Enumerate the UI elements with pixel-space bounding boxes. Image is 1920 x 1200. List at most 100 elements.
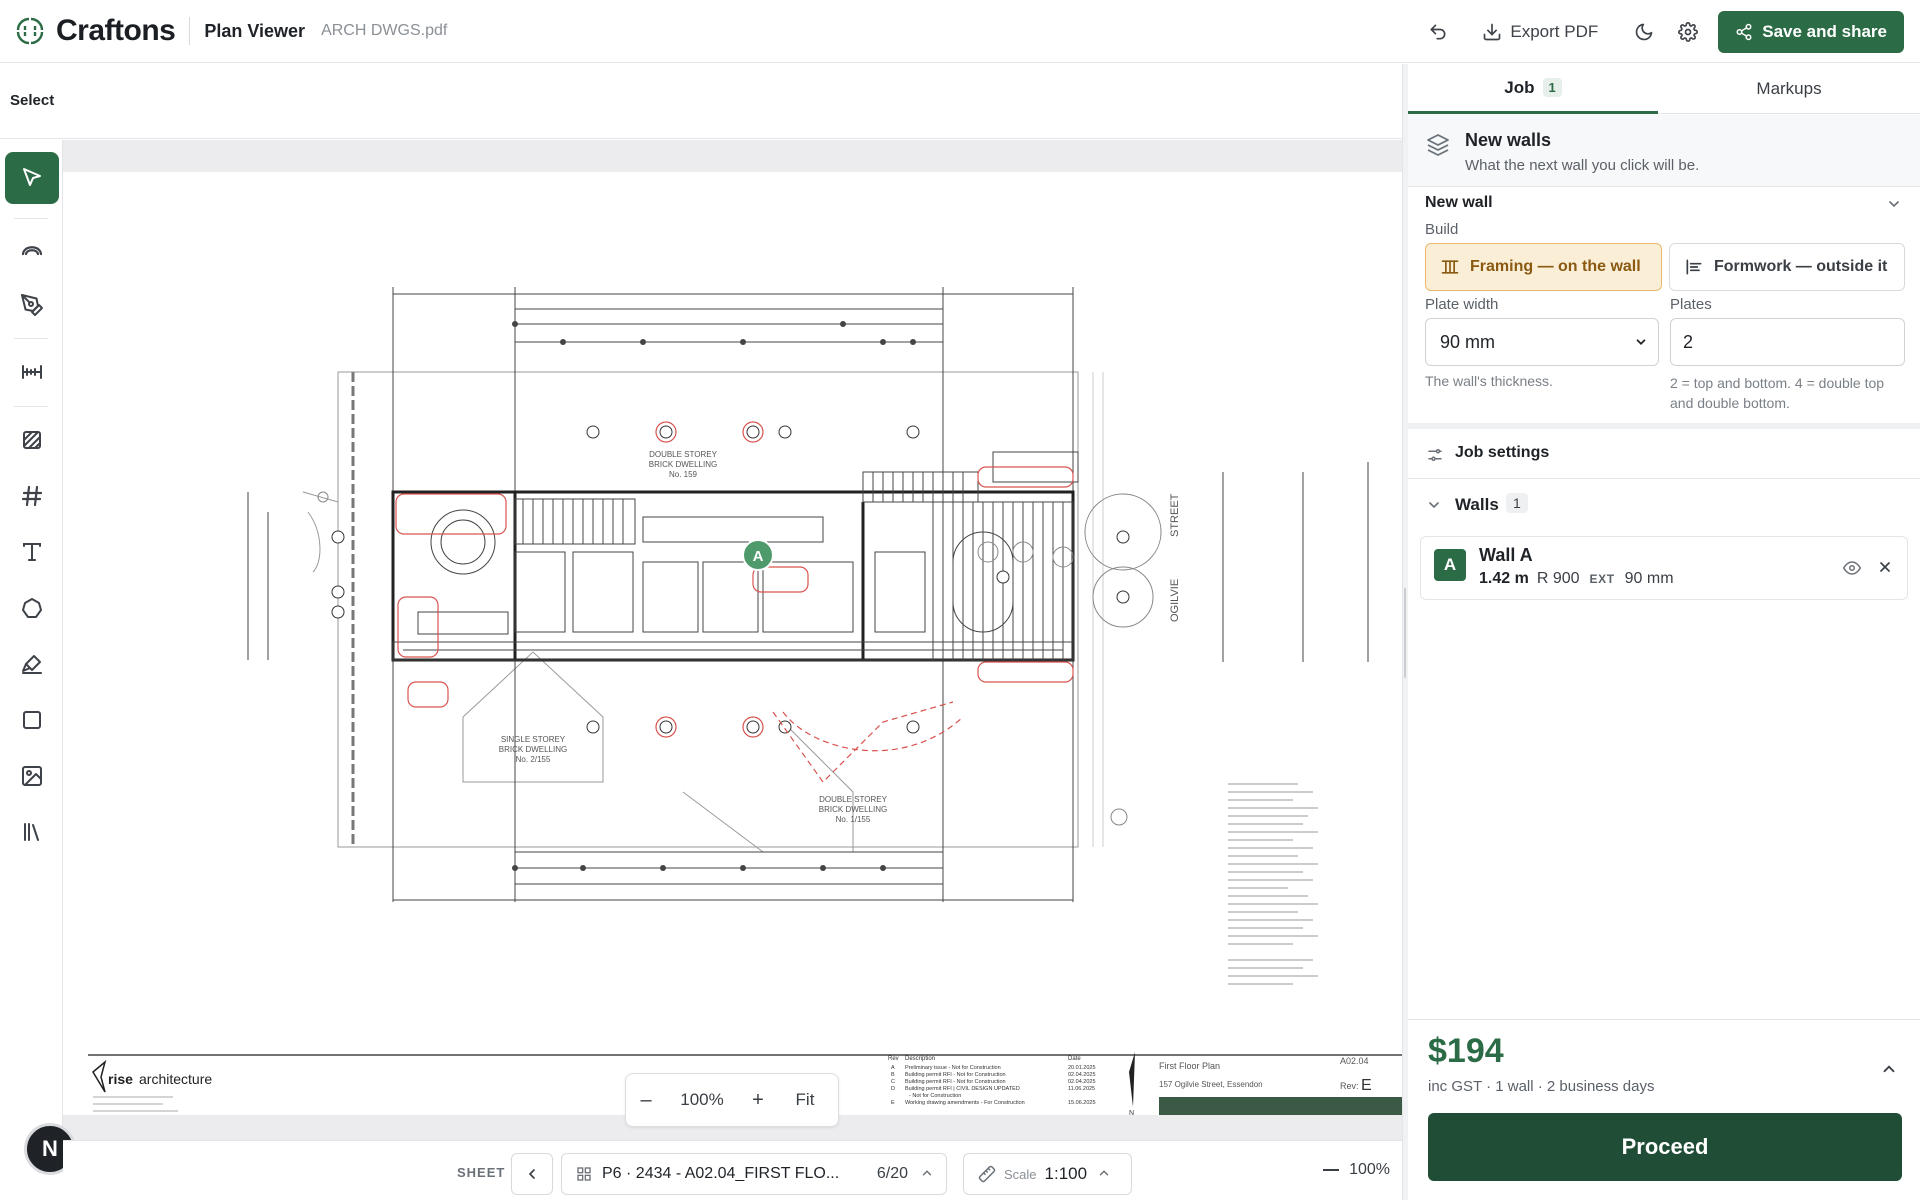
framing-icon [1441,260,1459,274]
sliders-icon [1428,449,1442,461]
titleblock-date-header: Date [1068,1056,1081,1062]
brand-name: Craftons [56,14,176,47]
chevron-up-icon[interactable] [1880,1060,1898,1078]
previous-sheet-button[interactable] [511,1153,553,1195]
close-icon[interactable] [1877,559,1893,575]
wall-meta: 1.42 m R 900 EXT 90 mm [1479,570,1674,588]
plate-width-select[interactable]: 90 mm [1425,318,1659,366]
chevron-up-icon [922,1170,932,1176]
rev-code: A [891,1065,895,1071]
job-settings-row[interactable]: Job settings [1408,429,1920,479]
wall-name: Wall A [1479,545,1533,565]
fit-button[interactable]: Fit [778,1090,832,1110]
zoom-minus-icon [1323,1169,1340,1171]
wall-badge: A [1434,549,1466,581]
app-header: Craftons Plan Viewer ARCH DWGS.pdf Expor… [0,0,1920,63]
label-brick-dwelling-1155: BRICK DWELLING [819,805,887,814]
arc-icon [21,246,43,256]
highlighter-tool-button[interactable] [5,638,59,690]
framing-option-label: Framing — on the wall [1470,258,1641,275]
toolbar-divider [14,406,48,407]
save-and-share-button[interactable]: Save and share [1718,11,1904,53]
chevron-down-icon [1636,339,1646,345]
gear-icon [1678,22,1699,42]
polygon-tool-button[interactable] [5,582,59,634]
chevron-down-icon[interactable] [1886,196,1902,212]
zoom-readout[interactable]: 100% [1323,1161,1390,1179]
zoom-out-button[interactable]: – [626,1089,666,1112]
wall-list-item[interactable]: A Wall A 1.42 m R 900 EXT 90 mm [1420,536,1908,600]
left-toolbar [0,140,63,1140]
titleblock-desc-header: Description [905,1056,935,1062]
eye-icon[interactable] [1843,559,1861,577]
image-tool-button[interactable] [5,750,59,802]
select-tool-button[interactable] [5,152,59,204]
zoom-in-button[interactable]: + [738,1089,778,1112]
app-title: Plan Viewer [204,20,306,41]
settings-button[interactable] [1668,12,1708,52]
label-single-storey: SINGLE STOREY [501,735,566,744]
rev-desc: Building permit RFI - Not for Constructi… [905,1079,1006,1085]
rectangle-tool-button[interactable] [5,694,59,746]
framing-option-button[interactable]: Framing — on the wall [1425,243,1662,291]
tab-job[interactable]: Job 1 [1408,64,1658,114]
export-pdf-button[interactable]: Export PDF [1472,12,1608,52]
titleblock-rev-label: Rev: [1340,1081,1359,1091]
rev-date: 11.06.2025 [1068,1086,1095,1092]
hatch-icon [23,431,41,449]
pen-tool-button[interactable] [5,279,59,331]
north-arrow-label: N [1129,1110,1134,1115]
scale-selector[interactable]: Scale 1:100 [963,1153,1132,1195]
plates-hint: 2 = top and bottom. 4 = double top and d… [1670,375,1885,411]
tab-job-label: Job [1504,77,1535,97]
titleblock-address: 157 Ogilvie Street, Essendon [1159,1080,1263,1089]
build-label: Build [1425,221,1459,238]
plates-input[interactable]: 2 [1670,318,1905,366]
chevron-left-icon [528,1169,535,1179]
grid-icon [577,1167,591,1181]
wall-marker-a[interactable]: A [742,539,774,571]
panel-tabs: Job 1 Markups [1408,64,1920,114]
grid-tool-button[interactable] [5,470,59,522]
resize-grip [1404,588,1406,678]
tab-markups[interactable]: Markups [1658,64,1920,114]
titleblock-rev-value: E [1361,1077,1372,1094]
label-brick-dwelling-159: BRICK DWELLING [649,460,717,469]
hatch-tool-button[interactable] [5,414,59,466]
download-icon [1484,23,1501,41]
wall-rating: R 900 [1536,570,1580,587]
sheet-label: SHEET [457,1165,506,1180]
label-no-159: No. 159 [669,470,698,479]
theme-toggle-button[interactable] [1624,12,1664,52]
formwork-option-button[interactable]: Formwork — outside it [1669,243,1905,291]
sheet-page: 6/20 [876,1165,908,1182]
moon-icon [1635,23,1653,41]
measure-tool-button[interactable] [5,346,59,398]
brand-logo[interactable]: Craftons [14,14,176,48]
craftons-logo-icon [16,17,44,45]
pen-icon [21,294,43,316]
hash-grid-icon [21,485,43,507]
proceed-button[interactable]: Proceed [1428,1113,1902,1181]
new-walls-title: New walls [1465,130,1552,150]
text-icon [23,543,41,561]
sheet-selector[interactable]: P6 · 2434 - A02.04_FIRST FLO... 6/20 [561,1153,947,1195]
rev-desc: Building permit RFI - Not for Constructi… [905,1072,1006,1078]
library-tool-button[interactable] [5,806,59,858]
text-tool-button[interactable] [5,526,59,578]
plates-value: 2 [1683,331,1694,352]
titleblock-drawing-title: First Floor Plan [1159,1061,1220,1071]
zoom-readout-value: 100% [1349,1161,1390,1178]
undo-button[interactable] [1418,12,1458,52]
new-walls-section: New walls What the next wall you click w… [1408,115,1920,187]
new-walls-subtitle: What the next wall you click will be. [1465,157,1700,174]
label-street: STREET [1169,493,1181,537]
image-icon [22,766,42,786]
layers-icon [1427,134,1449,156]
drawing-sheet: DOUBLE STOREY BRICK DWELLING No. 159 SIN… [63,172,1402,1115]
plate-width-value: 90 mm [1440,331,1496,352]
walls-group-header[interactable]: Walls 1 [1408,480,1920,530]
plan-canvas[interactable]: DOUBLE STOREY BRICK DWELLING No. 159 SIN… [63,140,1402,1140]
arc-tool-button[interactable] [5,224,59,276]
rev-date: 15.06.2025 [1068,1100,1096,1106]
